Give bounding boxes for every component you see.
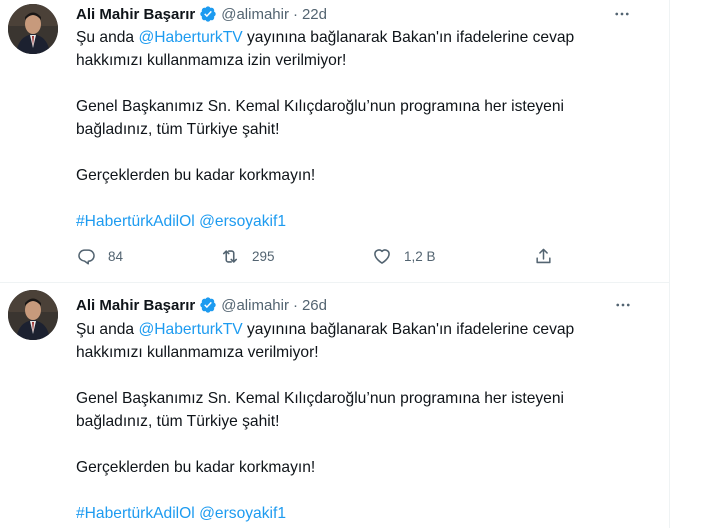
like-icon (372, 246, 392, 266)
tweet-line: Gerçeklerden bu kadar korkmayın! (76, 167, 316, 184)
author-name[interactable]: Ali Mahir Başarır (76, 6, 195, 23)
tweet-line: Şu anda @HaberturkTV yayınına bağlanarak… (76, 26, 636, 49)
like-count: 1,2 B (404, 248, 436, 264)
retweet-icon (220, 246, 240, 266)
reply-count: 84 (108, 248, 124, 264)
hashtag-link[interactable]: #HabertürkAdilOl (76, 505, 195, 522)
tweet-line: #HabertürkAdilOl @ersoyakif1 (76, 502, 636, 525)
mention-link[interactable]: @ersoyakif1 (199, 213, 286, 230)
more-icon[interactable] (612, 294, 634, 316)
tweet-line: Genel Başkanımız Sn. Kemal Kılıçdaroğlu’… (76, 98, 564, 115)
separator: · (292, 296, 298, 314)
tweet-text: Şu anda @HaberturkTV yayınına bağlanarak… (76, 318, 636, 525)
tweet-line: #HabertürkAdilOl @ersoyakif1 (76, 210, 636, 233)
avatar-image (8, 4, 58, 54)
timestamp[interactable]: 22d (302, 6, 327, 23)
timestamp[interactable]: 26d (302, 297, 327, 314)
tweet-line: bağladınız, tüm Türkiye şahit! (76, 413, 280, 430)
mention-link[interactable]: @HaberturkTV (138, 29, 242, 46)
reply-button[interactable]: 84 (76, 243, 123, 269)
text-segment: yayınına bağlanarak Bakan'ın ifadelerine… (242, 29, 575, 46)
mention-link[interactable]: @HaberturkTV (138, 321, 242, 338)
tweet-line: hakkımızı kullanmamıza verilmiyor! (76, 344, 319, 361)
tweet-line: Genel Başkanımız Sn. Kemal Kılıçdaroğlu’… (76, 390, 564, 407)
timeline: Ali Mahir Başarır @alimahir · 22d Şu and… (0, 0, 670, 528)
tweet-text: Şu anda @HaberturkTV yayınına bağlanarak… (76, 26, 636, 233)
separator: · (292, 5, 298, 23)
share-button[interactable] (533, 243, 553, 269)
verified-badge-icon (199, 296, 217, 314)
avatar[interactable] (8, 4, 58, 54)
mention-link[interactable]: @ersoyakif1 (199, 505, 286, 522)
tweet-header: Ali Mahir Başarır @alimahir · 26d (76, 294, 327, 316)
verified-badge-icon (199, 5, 217, 23)
avatar[interactable] (8, 290, 58, 340)
text-segment: yayınına bağlanarak Bakan'ın ifadelerine… (242, 321, 575, 338)
avatar-image (8, 290, 58, 340)
tweet[interactable]: Ali Mahir Başarır @alimahir · 22d Şu and… (0, 0, 669, 283)
author-name[interactable]: Ali Mahir Başarır (76, 297, 195, 314)
tweet-line: bağladınız, tüm Türkiye şahit! (76, 121, 280, 138)
text-segment: Şu anda (76, 321, 139, 338)
author-handle[interactable]: @alimahir (221, 6, 289, 23)
tweet-line: Gerçeklerden bu kadar korkmayın! (76, 459, 316, 476)
hashtag-link[interactable]: #HabertürkAdilOl (76, 213, 195, 230)
column-divider (669, 0, 670, 528)
like-button[interactable]: 1,2 B (372, 243, 436, 269)
text-segment: Şu anda (76, 29, 139, 46)
retweet-count: 295 (252, 248, 275, 264)
tweet-actions: 84 295 1,2 B (76, 243, 636, 269)
tweet-header: Ali Mahir Başarır @alimahir · 22d (76, 3, 327, 25)
reply-icon (76, 246, 96, 266)
author-handle[interactable]: @alimahir (221, 297, 289, 314)
tweet-line: Şu anda @HaberturkTV yayınına bağlanarak… (76, 318, 636, 341)
retweet-button[interactable]: 295 (220, 243, 275, 269)
share-icon (533, 246, 553, 266)
tweet-line: hakkımızı kullanmamıza izin verilmiyor! (76, 52, 347, 69)
more-icon[interactable] (611, 3, 633, 25)
